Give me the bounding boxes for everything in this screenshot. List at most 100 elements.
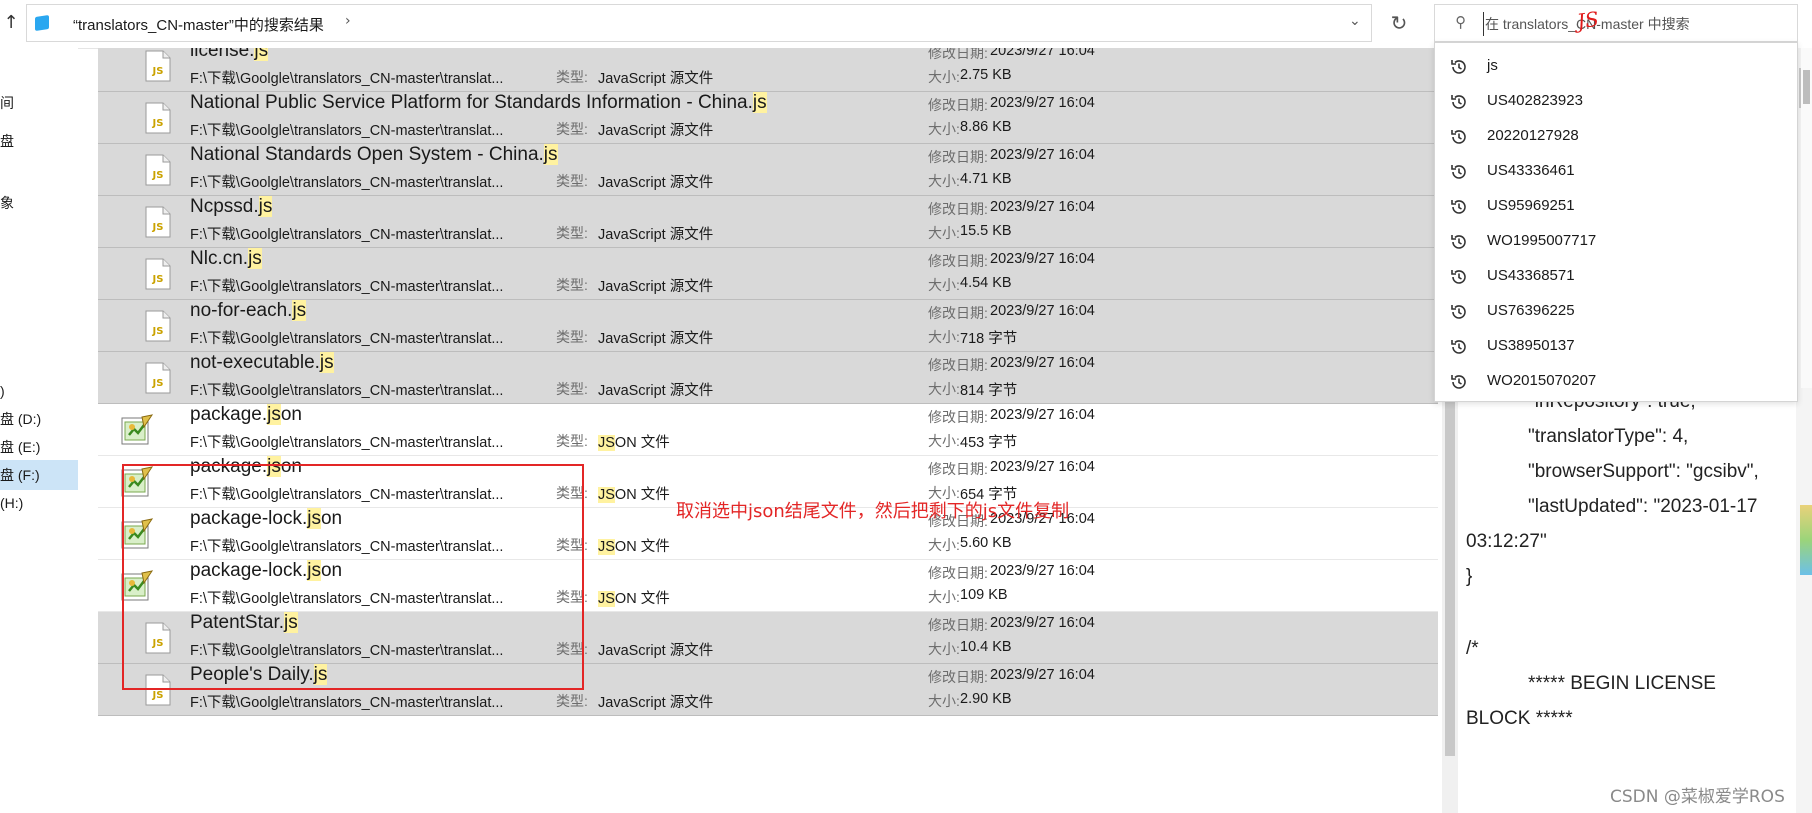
search-icon: ⚲ bbox=[1455, 13, 1466, 31]
file-path: F:\下载\Goolgle\translators_CN-master\tran… bbox=[190, 539, 504, 555]
modified-date: 2023/9/27 16:04 bbox=[990, 355, 1095, 371]
match-highlight: js bbox=[307, 560, 321, 581]
file-name: package.json bbox=[190, 404, 302, 425]
history-item[interactable]: US76396225 bbox=[1435, 294, 1797, 329]
search-box[interactable]: ⚲ bbox=[1434, 4, 1798, 42]
history-item[interactable]: US38950137 bbox=[1435, 329, 1797, 364]
history-text: US38950137 bbox=[1487, 337, 1575, 354]
file-row[interactable]: JS not-executable.js F:\下载\Goolgle\transla… bbox=[98, 352, 1438, 404]
history-icon bbox=[1449, 197, 1469, 217]
nav-item-drive-d[interactable]: 盘 (D:) bbox=[0, 404, 78, 434]
history-item[interactable]: US95969251 bbox=[1435, 189, 1797, 224]
file-type: JSON 文件 bbox=[598, 591, 670, 607]
file-row[interactable]: package-lock.json F:\下载\Goolgle\translato… bbox=[98, 560, 1438, 612]
chevron-right-icon[interactable]: › bbox=[345, 13, 351, 29]
file-type: JavaScript 源文件 bbox=[598, 331, 714, 347]
file-type: JavaScript 源文件 bbox=[598, 123, 714, 139]
history-item[interactable]: js bbox=[1435, 49, 1797, 84]
nav-item-drive-f[interactable]: 盘 (F:) bbox=[0, 460, 78, 490]
size-label: 大小: bbox=[928, 537, 960, 553]
nav-item[interactable]: 盘 bbox=[0, 126, 78, 156]
chevron-down-icon[interactable]: ⌄ bbox=[1349, 13, 1361, 29]
file-row[interactable]: JS National Standards Open System - China… bbox=[98, 144, 1438, 196]
history-item[interactable]: US402823923 bbox=[1435, 84, 1797, 119]
search-results-list: JS license.js F:\下载\Goolgle\translators_CN… bbox=[98, 48, 1438, 813]
file-row[interactable]: package.json F:\下载\Goolgle\translators_CN… bbox=[98, 404, 1438, 456]
preview-line: 03:12:27" bbox=[1466, 531, 1547, 552]
history-item[interactable]: WO2015070207 bbox=[1435, 364, 1797, 399]
type-label: 类型: bbox=[556, 329, 588, 345]
match-highlight: js bbox=[258, 196, 273, 217]
address-bar[interactable]: “translators_CN-master”中的搜索结果 › ⌄ bbox=[26, 4, 1372, 42]
js-file-icon: JS bbox=[145, 258, 171, 290]
svg-text:JS: JS bbox=[152, 274, 164, 285]
history-item[interactable]: US43368571 bbox=[1435, 259, 1797, 294]
file-path: F:\下载\Goolgle\translators_CN-master\tran… bbox=[190, 487, 504, 503]
history-item[interactable]: WO1995007717 bbox=[1435, 224, 1797, 259]
preview-line: "lastUpdated": "2023-01-17 bbox=[1528, 496, 1758, 517]
history-item[interactable]: 20220127928 bbox=[1435, 119, 1797, 154]
file-name: not-executable.js bbox=[190, 352, 334, 373]
date-label: 修改日期: bbox=[928, 97, 988, 113]
json-file-icon bbox=[120, 465, 154, 499]
nav-item-drive-e[interactable]: 盘 (E:) bbox=[0, 432, 78, 462]
file-row[interactable]: JS People's Daily.js F:\下载\Goolgle\transla… bbox=[98, 664, 1438, 716]
js-file-icon: JS bbox=[145, 362, 171, 394]
file-name: package.json bbox=[190, 456, 302, 477]
file-size: 4.71 KB bbox=[960, 171, 1012, 187]
file-size: 814 字节 bbox=[960, 383, 1018, 399]
js-file-icon: JS bbox=[145, 50, 171, 82]
file-path: F:\下载\Goolgle\translators_CN-master\tran… bbox=[190, 71, 504, 87]
file-row[interactable]: JS PatentStar.js F:\下载\Goolgle\translators… bbox=[98, 612, 1438, 664]
size-label: 大小: bbox=[928, 693, 960, 709]
file-row[interactable]: JS Ncpssd.js F:\下载\Goolgle\translators_CN-… bbox=[98, 196, 1438, 248]
file-row[interactable]: JS National Public Service Platform for S… bbox=[98, 92, 1438, 144]
nav-item[interactable]: ) bbox=[0, 376, 78, 406]
nav-item[interactable]: 间 bbox=[0, 88, 78, 118]
svg-text:JS: JS bbox=[152, 170, 164, 181]
modified-date: 2023/9/27 16:04 bbox=[990, 147, 1095, 163]
modified-date: 2023/9/27 16:04 bbox=[990, 667, 1095, 683]
address-text: “translators_CN-master”中的搜索结果 bbox=[73, 17, 324, 34]
file-name: license.js bbox=[190, 48, 269, 62]
file-size: 453 字节 bbox=[960, 435, 1018, 451]
folder-icon bbox=[35, 15, 49, 31]
file-row[interactable]: JS license.js F:\下载\Goolgle\translators_CN… bbox=[98, 48, 1438, 92]
file-row[interactable]: JS no-for-each.js F:\下载\Goolgle\translator… bbox=[98, 300, 1438, 352]
date-label: 修改日期: bbox=[928, 357, 988, 373]
history-icon bbox=[1449, 372, 1469, 392]
file-path: F:\下载\Goolgle\translators_CN-master\tran… bbox=[190, 227, 504, 243]
file-name: PatentStar.js bbox=[190, 612, 298, 633]
watermark: CSDN @菜椒爱学ROS bbox=[1610, 787, 1785, 807]
file-name: People's Daily.js bbox=[190, 664, 328, 685]
modified-date: 2023/9/27 16:04 bbox=[990, 199, 1095, 215]
nav-item-drive-h[interactable]: (H:) bbox=[0, 488, 78, 518]
history-item[interactable]: US43336461 bbox=[1435, 154, 1797, 189]
file-size: 109 KB bbox=[960, 587, 1008, 603]
file-name: package-lock.json bbox=[190, 508, 343, 529]
search-input[interactable] bbox=[1483, 12, 1787, 36]
up-arrow-icon[interactable]: ↑ bbox=[0, 10, 22, 36]
scrollbar-thumb[interactable] bbox=[1803, 70, 1810, 104]
file-path: F:\下载\Goolgle\translators_CN-master\tran… bbox=[190, 331, 504, 347]
date-label: 修改日期: bbox=[928, 305, 988, 321]
js-file-icon: JS bbox=[145, 674, 171, 706]
match-highlight: js bbox=[284, 612, 298, 633]
history-scrollbar[interactable] bbox=[1801, 48, 1812, 388]
match-highlight: js bbox=[319, 352, 334, 373]
js-file-icon: JS bbox=[145, 206, 171, 238]
file-row[interactable]: JS Nlc.cn.js F:\下载\Goolgle\translators_CN-… bbox=[98, 248, 1438, 300]
modified-date: 2023/9/27 16:04 bbox=[990, 95, 1095, 111]
size-label: 大小: bbox=[928, 69, 960, 85]
preview-line: "translatorType": 4, bbox=[1528, 426, 1689, 447]
nav-item[interactable]: 象 bbox=[0, 188, 78, 218]
file-path: F:\下载\Goolgle\translators_CN-master\tran… bbox=[190, 175, 504, 191]
svg-text:JS: JS bbox=[152, 690, 164, 701]
match-highlight: js bbox=[292, 300, 307, 321]
file-type: JSON 文件 bbox=[598, 539, 670, 555]
svg-text:JS: JS bbox=[152, 326, 164, 337]
refresh-button[interactable]: ↻ bbox=[1382, 6, 1416, 40]
type-label: 类型: bbox=[556, 433, 588, 449]
svg-text:JS: JS bbox=[152, 118, 164, 129]
file-path: F:\下载\Goolgle\translators_CN-master\tran… bbox=[190, 435, 504, 451]
